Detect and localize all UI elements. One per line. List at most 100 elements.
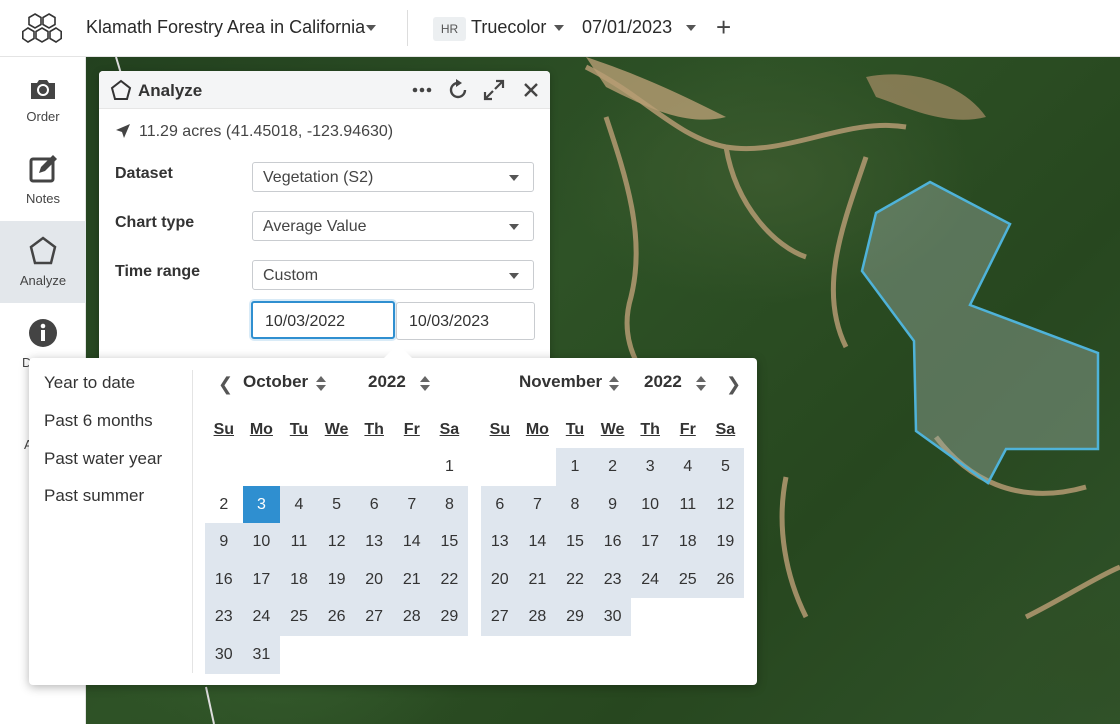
calendar-day[interactable]: 16 <box>205 560 243 599</box>
end-date-value: 10/03/2023 <box>409 313 490 330</box>
calendar-day[interactable]: 3 <box>631 448 669 486</box>
calendar-day[interactable]: 10 <box>242 523 281 561</box>
calendar-day[interactable]: 18 <box>669 523 707 561</box>
calendar-day[interactable]: 24 <box>242 598 281 636</box>
calendar-day[interactable]: 22 <box>556 560 594 599</box>
calendar-day[interactable]: 2 <box>593 448 632 486</box>
calendar-day[interactable]: 10 <box>631 485 669 524</box>
calendar-day[interactable]: 6 <box>355 485 393 524</box>
dataset-select[interactable]: Vegetation (S2) <box>252 162 534 192</box>
month-updown-icon[interactable] <box>609 376 619 392</box>
calendar-day[interactable]: 19 <box>317 560 356 599</box>
rail-label-order: Order <box>26 109 60 124</box>
calendar-day[interactable]: 13 <box>481 523 519 561</box>
calendar-day[interactable]: 21 <box>518 560 557 599</box>
calendar-day[interactable]: 1 <box>556 448 594 486</box>
calendar-day[interactable]: 13 <box>355 523 393 561</box>
calendar-day[interactable]: 9 <box>593 485 632 524</box>
previous-month-icon[interactable]: ❮ <box>218 374 233 395</box>
calendar-day[interactable]: 5 <box>317 485 356 524</box>
preset-year-to-date[interactable]: Year to date <box>44 373 135 393</box>
calendar-day[interactable]: 12 <box>706 485 745 524</box>
calendar-day[interactable]: 29 <box>556 598 594 636</box>
calendar-day[interactable]: 20 <box>355 560 393 599</box>
calendar-day[interactable]: 30 <box>205 636 243 674</box>
camera-icon <box>31 80 55 99</box>
preset-past-summer[interactable]: Past summer <box>44 486 144 506</box>
calendar-day[interactable]: 3 <box>242 485 281 524</box>
calendar-day[interactable]: 7 <box>393 485 431 524</box>
calendar-day[interactable]: 11 <box>669 485 707 524</box>
calendar-day[interactable]: 29 <box>430 598 469 636</box>
area-title-dropdown[interactable]: Klamath Forestry Area in California <box>86 17 365 38</box>
calendar-day[interactable]: 1 <box>431 448 469 486</box>
calendar-day[interactable]: 23 <box>205 598 243 636</box>
layer-dropdown[interactable]: Truecolor <box>471 17 546 38</box>
calendar-day[interactable]: 7 <box>518 485 557 524</box>
calendar-day[interactable]: 28 <box>518 598 557 636</box>
calendar-day[interactable]: 20 <box>481 560 519 599</box>
calendar-day[interactable]: 18 <box>280 560 318 599</box>
close-icon[interactable] <box>519 78 543 102</box>
calendar-day[interactable]: 25 <box>669 560 707 599</box>
calendar-day[interactable]: 12 <box>317 523 356 561</box>
calendar-day[interactable]: 9 <box>205 523 243 561</box>
more-options-icon[interactable] <box>410 78 434 102</box>
calendar-day[interactable]: 27 <box>355 598 393 636</box>
calendar-day[interactable]: 14 <box>518 523 557 561</box>
calendar-day[interactable]: 22 <box>430 560 469 599</box>
calendar-day[interactable]: 26 <box>706 560 745 599</box>
calendar-day[interactable]: 8 <box>430 485 469 524</box>
calendar-day[interactable]: 16 <box>593 523 632 561</box>
calendar-day[interactable]: 4 <box>280 485 318 524</box>
area-chevron-down-icon[interactable] <box>366 25 376 31</box>
calendar-day[interactable]: 17 <box>242 560 281 599</box>
calendar-day[interactable]: 11 <box>280 523 318 561</box>
chart-type-select[interactable]: Average Value <box>252 211 534 241</box>
rail-item-order[interactable]: Order <box>0 57 86 139</box>
calendar-day[interactable]: 25 <box>280 598 318 636</box>
calendar-day[interactable]: 2 <box>205 486 243 524</box>
layer-chevron-down-icon[interactable] <box>554 25 564 31</box>
time-range-select[interactable]: Custom <box>252 260 534 290</box>
calendar-day[interactable]: 15 <box>556 523 594 561</box>
month-select[interactable]: October <box>243 372 308 392</box>
calendar-day[interactable]: 27 <box>481 598 519 636</box>
calendar-day[interactable]: 8 <box>556 485 594 524</box>
expand-icon[interactable] <box>482 78 506 102</box>
month-select[interactable]: November <box>519 372 602 392</box>
aoi-polygon[interactable] <box>860 180 1100 485</box>
calendar-day[interactable]: 15 <box>430 523 469 561</box>
calendar-day[interactable]: 24 <box>631 560 669 599</box>
calendar-day[interactable]: 21 <box>393 560 431 599</box>
year-updown-icon[interactable] <box>696 376 706 392</box>
calendar-day[interactable]: 30 <box>593 598 632 636</box>
time-range-value: Custom <box>263 267 319 284</box>
preset-past-6-months[interactable]: Past 6 months <box>44 411 153 431</box>
calendar-day[interactable]: 6 <box>481 485 519 524</box>
calendar-day[interactable]: 23 <box>593 560 632 599</box>
calendar-day[interactable]: 31 <box>242 636 281 674</box>
next-month-icon[interactable]: ❯ <box>726 374 741 395</box>
month-updown-icon[interactable] <box>316 376 326 392</box>
calendar-day[interactable]: 26 <box>317 598 356 636</box>
year-updown-icon[interactable] <box>420 376 430 392</box>
preset-past-water-year[interactable]: Past water year <box>44 449 162 469</box>
calendar-day[interactable]: 19 <box>706 523 745 561</box>
year-select[interactable]: 2022 <box>368 372 406 392</box>
calendar-day[interactable]: 28 <box>393 598 431 636</box>
add-button[interactable]: + <box>716 12 731 42</box>
date-dropdown[interactable]: 07/01/2023 <box>582 17 672 38</box>
calendar-day[interactable]: 14 <box>393 523 431 561</box>
end-date-input[interactable]: 10/03/2023 <box>396 302 535 340</box>
date-chevron-down-icon[interactable] <box>686 25 696 31</box>
calendar-day[interactable]: 4 <box>669 448 707 486</box>
rail-item-notes[interactable]: Notes <box>0 139 86 221</box>
refresh-icon[interactable] <box>446 78 470 102</box>
rail-item-analyze[interactable]: Analyze <box>0 221 86 303</box>
app-logo-icon[interactable] <box>22 12 62 46</box>
start-date-input[interactable]: 10/03/2022 <box>251 301 395 339</box>
year-select[interactable]: 2022 <box>644 372 682 392</box>
calendar-day[interactable]: 5 <box>706 448 745 486</box>
calendar-day[interactable]: 17 <box>631 523 669 561</box>
